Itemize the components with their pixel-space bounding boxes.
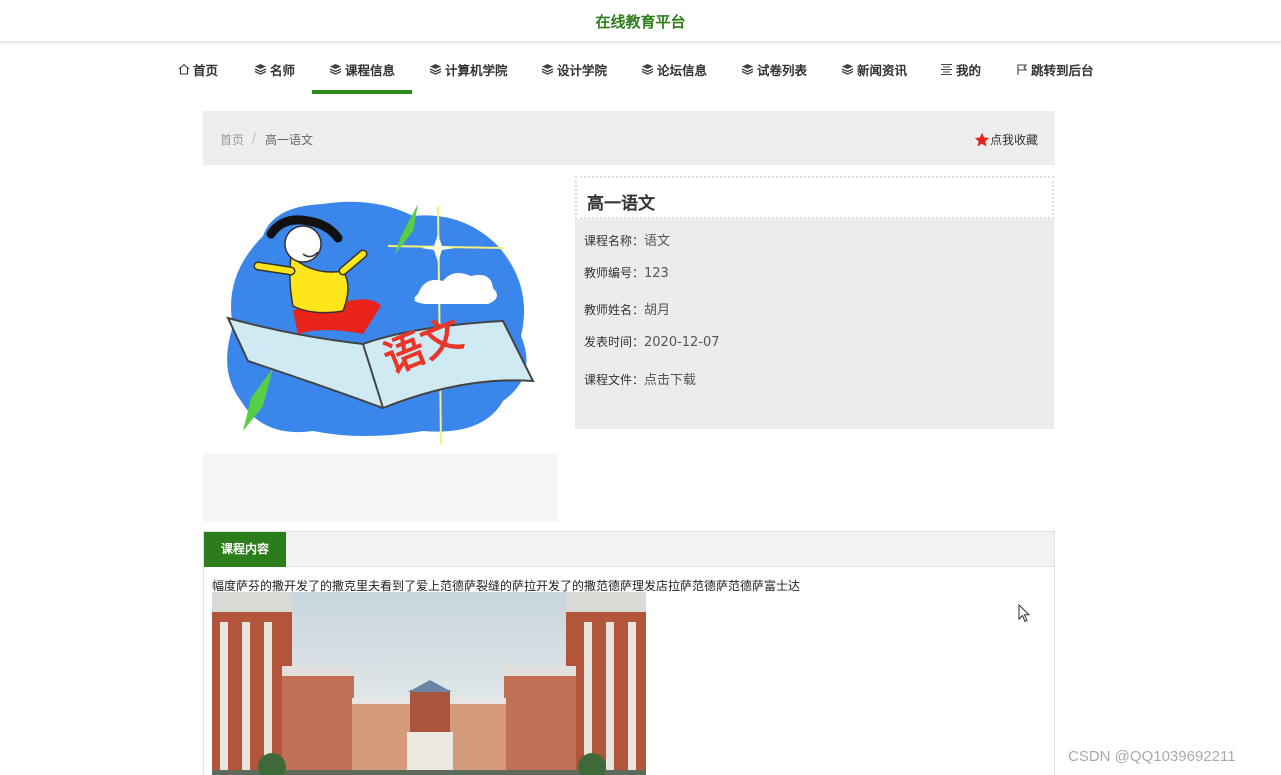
download-link[interactable]: 点击下载 [644, 373, 696, 388]
layers-icon [741, 64, 754, 75]
nav-item-home[interactable]: 首页 [178, 58, 218, 80]
nav-item-courses[interactable]: 课程信息 [329, 58, 395, 80]
nav-item-mine[interactable]: 我的 [940, 58, 981, 80]
star-icon [974, 132, 990, 146]
nav-item-exams[interactable]: 试卷列表 [741, 58, 807, 80]
layers-icon [329, 64, 342, 75]
top-header: 在线教育平台 [0, 0, 1281, 42]
field-value: 2020-12-07 [644, 335, 720, 350]
info-row-teacher-name: 教师姓名：胡月 [584, 299, 670, 318]
nav-label: 计算机学院 [445, 62, 508, 78]
field-label: 课程名称： [584, 234, 645, 248]
school-building-image [212, 592, 646, 775]
nav-item-teachers[interactable]: 名师 [254, 58, 295, 80]
breadcrumb-home[interactable]: 首页 [220, 131, 244, 148]
menu-lines-icon [941, 63, 952, 75]
info-row-course-name: 课程名称：语文 [584, 230, 670, 249]
nav-label: 论坛信息 [657, 62, 708, 78]
content-tab-bar: 课程内容 [204, 532, 1054, 567]
breadcrumb-current: 高一语文 [265, 133, 314, 147]
tab-course-content[interactable]: 课程内容 [204, 532, 286, 567]
watermark-text: CSDN @QQ1039692211 [1068, 748, 1236, 765]
site-title: 在线教育平台 [595, 13, 686, 31]
breadcrumb-separator: / [252, 131, 257, 145]
active-tab-indicator [312, 90, 412, 94]
mouse-cursor-icon [1018, 604, 1031, 623]
nav-label: 课程信息 [345, 62, 396, 78]
home-icon [178, 63, 190, 75]
field-label: 教师编号： [584, 266, 645, 280]
favorite-label: 点我收藏 [989, 133, 1038, 147]
nav-label: 跳转到后台 [1031, 62, 1094, 78]
course-content-card: 课程内容 幅度萨芬的撒开发了的撒克里夫看到了爱上范德萨裂缝的萨拉开发了的撒范德萨… [203, 531, 1055, 775]
nav-label: 名师 [270, 62, 296, 78]
layers-icon [429, 64, 442, 75]
nav-label: 试卷列表 [757, 62, 808, 78]
nav-item-news[interactable]: 新闻资讯 [841, 58, 907, 80]
layers-icon [541, 64, 554, 75]
breadcrumb: 首页 / 高一语文 点我收藏 [203, 111, 1055, 165]
course-title-box: 高一语文 [575, 176, 1054, 219]
info-row-teacher-id: 教师编号：123 [584, 264, 669, 281]
course-cover-image: 语文 [203, 176, 558, 452]
course-title: 高一语文 [587, 194, 655, 214]
info-row-publish-date: 发表时间：2020-12-07 [584, 333, 720, 350]
field-value: 胡月 [644, 303, 671, 318]
nav-item-cs-college[interactable]: 计算机学院 [429, 58, 508, 80]
nav-label: 首页 [193, 62, 219, 78]
nav-label: 设计学院 [557, 62, 608, 78]
layers-icon [641, 64, 654, 75]
field-label: 课程文件： [584, 373, 645, 387]
main-nav: 首页 名师 课程信息 计算机学院 设计学院 论坛信息 试卷列表 新闻资讯 我的 … [0, 46, 1281, 94]
field-value: 123 [644, 266, 669, 281]
flag-icon [1017, 63, 1028, 75]
nav-item-forum[interactable]: 论坛信息 [641, 58, 707, 80]
favorite-button[interactable]: 点我收藏 [974, 131, 1038, 148]
layers-icon [841, 64, 854, 75]
nav-item-admin[interactable]: 跳转到后台 [1016, 58, 1094, 80]
course-info-panel: 课程名称：语文 教师编号：123 教师姓名：胡月 发表时间：2020-12-07… [575, 219, 1054, 429]
nav-label: 新闻资讯 [857, 62, 908, 78]
field-value: 语文 [644, 234, 671, 249]
field-label: 教师姓名： [584, 303, 645, 317]
nav-label: 我的 [956, 62, 982, 78]
field-label: 发表时间： [584, 335, 645, 349]
image-caption-area [203, 453, 558, 522]
info-row-course-file: 课程文件：点击下载 [584, 369, 696, 388]
layers-icon [254, 64, 267, 75]
nav-item-design-college[interactable]: 设计学院 [541, 58, 607, 80]
